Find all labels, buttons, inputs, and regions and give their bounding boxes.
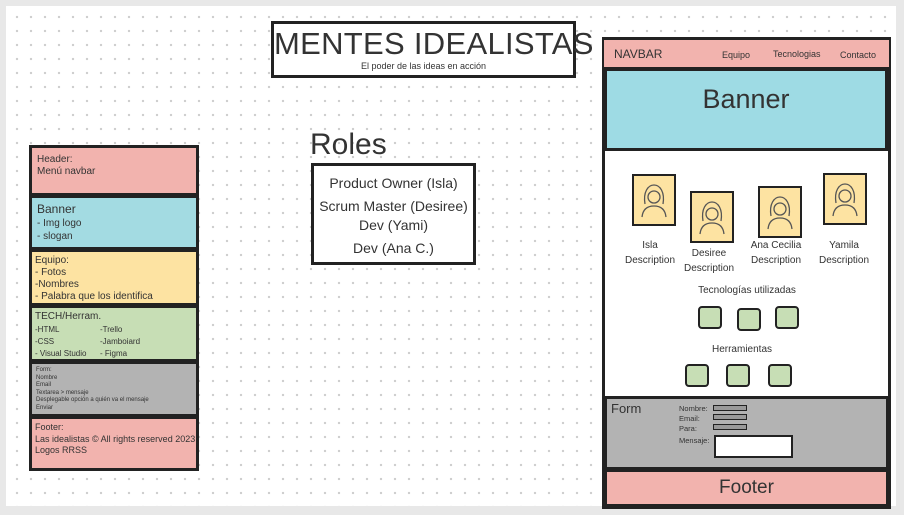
note-team[interactable]: Equipo: - Fotos -Nombres - Palabra que l… bbox=[29, 249, 199, 306]
wireframe-navbar[interactable]: NAVBAR Equipo Tecnologias Contacto bbox=[604, 40, 889, 69]
note-text: -HTML bbox=[35, 325, 60, 334]
tech-icon-placeholder bbox=[698, 306, 722, 329]
member-name: Yamila bbox=[829, 240, 859, 251]
note-text: Banner bbox=[37, 202, 76, 216]
nav-link-tecnologias[interactable]: Tecnologias bbox=[773, 49, 821, 59]
note-text: -Nombres bbox=[35, 279, 79, 290]
note-text: -CSS bbox=[35, 337, 55, 346]
member-photo-desiree bbox=[690, 191, 734, 243]
note-text: Header: bbox=[37, 154, 73, 165]
note-text: - Fotos bbox=[35, 267, 67, 278]
note-text: - Figma bbox=[100, 349, 128, 358]
role-item: Dev (Yami) bbox=[359, 217, 428, 233]
note-text: Footer: bbox=[35, 422, 64, 432]
note-text: Nombre bbox=[36, 374, 58, 381]
note-text: Enviar bbox=[36, 404, 54, 411]
nombre-input[interactable] bbox=[713, 405, 747, 411]
form-label-email: Email: bbox=[679, 414, 700, 423]
note-text: Equipo: bbox=[35, 255, 69, 266]
note-text: Las idealistas © All rights reserved 202… bbox=[35, 433, 196, 444]
note-footer[interactable]: Footer: Las idealistas © All rights rese… bbox=[29, 416, 199, 471]
note-text: TECH/Herram. bbox=[35, 311, 102, 322]
note-banner[interactable]: Banner - Img logo - slogan bbox=[29, 195, 199, 250]
note-text: -Jamboiard bbox=[100, 337, 141, 346]
navbar-brand: NAVBAR bbox=[614, 47, 663, 61]
email-input[interactable] bbox=[713, 414, 747, 420]
note-header[interactable]: Header: Menú navbar bbox=[29, 145, 199, 196]
member-photo-isla bbox=[632, 174, 676, 226]
nav-link-equipo[interactable]: Equipo bbox=[722, 50, 750, 60]
note-tech[interactable]: TECH/Herram. -HTML -CSS - Visual Studio … bbox=[29, 305, 199, 362]
tech-icon-placeholder bbox=[737, 308, 761, 331]
role-item: Product Owner (Isla) bbox=[329, 175, 458, 191]
para-select[interactable] bbox=[713, 424, 747, 430]
form-label-mensaje: Mensaje: bbox=[679, 436, 710, 445]
note-text: Menú navbar bbox=[37, 166, 96, 177]
tool-icon-placeholder bbox=[768, 364, 792, 387]
note-text: - Img logo bbox=[37, 218, 82, 229]
note-text: - Visual Studio bbox=[35, 349, 87, 358]
member-description: Description bbox=[818, 255, 870, 266]
form-label-para: Para: bbox=[679, 424, 697, 433]
note-text: - slogan bbox=[37, 231, 73, 242]
person-icon bbox=[641, 184, 667, 218]
roles-heading: Roles bbox=[310, 128, 387, 161]
tech-heading: Tecnologías utilizadas bbox=[698, 285, 796, 296]
form-label-nombre: Nombre: bbox=[679, 404, 708, 413]
banner-label: Banner bbox=[702, 84, 790, 114]
member-photo-ana-cecilia bbox=[758, 186, 802, 238]
tool-icon-placeholder bbox=[685, 364, 709, 387]
nav-link-contacto[interactable]: Contacto bbox=[840, 50, 876, 60]
member-caption: Yamila Description bbox=[804, 238, 884, 268]
tools-heading: Herramientas bbox=[711, 344, 773, 355]
member-photo-yamila bbox=[823, 173, 867, 225]
wireframe-footer: Footer bbox=[604, 469, 889, 507]
wireframe-form[interactable]: Form Nombre: Email: Para: Mensaje: bbox=[604, 396, 889, 470]
note-text: Email bbox=[36, 382, 52, 389]
note-text: - Palabra que los identifica bbox=[35, 291, 153, 302]
footer-label: Footer bbox=[719, 477, 774, 498]
note-text: Form: bbox=[36, 367, 52, 373]
tagline: El poder de las ideas en acción bbox=[360, 61, 487, 71]
note-text: Logos RRSS bbox=[35, 445, 88, 455]
note-text: Desplegable opción a quién va el mensaje bbox=[36, 397, 149, 404]
mensaje-textarea[interactable] bbox=[714, 435, 793, 458]
page-title: MENTES IDEALISTAS bbox=[274, 26, 594, 61]
whiteboard-canvas[interactable]: MENTES IDEALISTAS El poder de las ideas … bbox=[6, 6, 896, 509]
roles-card[interactable]: Product Owner (Isla) Scrum Master (Desir… bbox=[311, 163, 476, 265]
form-title: Form bbox=[611, 401, 642, 416]
note-text: -Trello bbox=[100, 325, 123, 334]
note-form[interactable]: Form: Nombre Email Textarea > mensaje De… bbox=[29, 361, 199, 417]
note-text: Textarea > mensaje bbox=[36, 389, 89, 396]
role-item: Dev (Ana C.) bbox=[353, 240, 434, 256]
person-icon bbox=[699, 201, 725, 235]
title-card[interactable]: MENTES IDEALISTAS El poder de las ideas … bbox=[271, 21, 594, 78]
person-icon bbox=[832, 183, 858, 217]
wireframe-banner: Banner bbox=[604, 68, 888, 151]
tool-icon-placeholder bbox=[726, 364, 750, 387]
role-item: Scrum Master (Desiree) bbox=[319, 198, 468, 214]
tech-icon-placeholder bbox=[775, 306, 799, 329]
person-icon bbox=[767, 196, 793, 230]
